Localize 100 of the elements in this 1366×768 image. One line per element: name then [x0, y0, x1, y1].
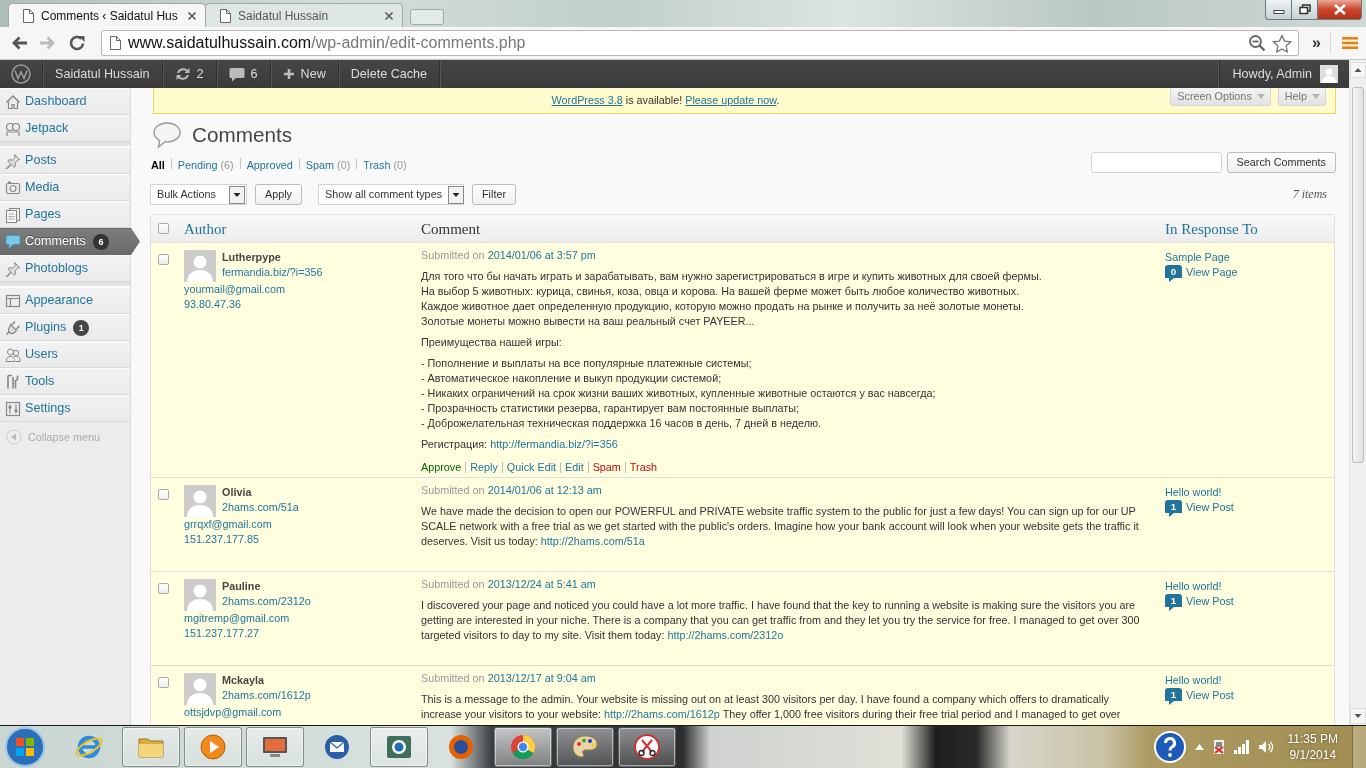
scrollbar-thumb[interactable] — [1352, 87, 1364, 463]
zoom-out-icon[interactable] — [1248, 34, 1267, 52]
row-checkbox[interactable] — [158, 583, 169, 594]
minimize-button[interactable] — [1265, 0, 1292, 20]
taskbar-button[interactable] — [494, 727, 552, 767]
filter-link[interactable]: Pending (6) — [177, 159, 234, 171]
envelope-icon[interactable] — [322, 732, 352, 762]
close-window-button[interactable] — [1318, 0, 1362, 20]
comment-count[interactable]: 1 — [1165, 594, 1182, 611]
star-icon[interactable] — [1272, 33, 1293, 53]
sidebar-menu-item[interactable]: Media — [0, 174, 130, 201]
author-ip-link[interactable]: 151.237.177.27 — [184, 627, 260, 639]
comment-date-link[interactable]: 2014/01/06 at 3:57 pm — [487, 249, 596, 261]
bulk-actions-select[interactable]: Bulk Actions — [150, 184, 247, 205]
taskbar-button[interactable] — [370, 727, 428, 767]
help-icon[interactable] — [1152, 730, 1187, 764]
logo-icon[interactable] — [11, 64, 31, 84]
sidebar-menu-item[interactable]: Photoblogs — [0, 255, 130, 282]
version-link[interactable]: WordPress 3.8 — [551, 94, 623, 106]
search-field[interactable] — [1090, 152, 1222, 173]
extensions-overflow-button[interactable]: » — [1310, 33, 1331, 53]
comment-count[interactable]: 0 — [1165, 265, 1182, 282]
close-icon[interactable] — [187, 10, 197, 21]
view-post-link[interactable]: View Page — [1186, 265, 1238, 280]
view-post-link[interactable]: View Post — [1186, 688, 1234, 703]
post-title-link[interactable]: Sample Page — [1165, 251, 1230, 263]
filter-link[interactable]: Spam (0) — [305, 159, 351, 171]
address-field[interactable]: www.saidatulhussain.com/wp-admin/edit-comments.php — [101, 30, 1300, 56]
comment-count[interactable]: 1 — [1165, 500, 1182, 517]
post-title-link[interactable]: Hello world! — [1165, 486, 1222, 498]
taskbar-button[interactable] — [246, 727, 304, 767]
author-ip-link[interactable]: 151.237.177.85 — [184, 533, 260, 545]
sidebar-menu-item[interactable]: Posts — [0, 147, 130, 174]
author-email-link[interactable]: grrqxf@gmail.com — [184, 518, 272, 530]
row-checkbox[interactable] — [158, 677, 169, 688]
comment-count[interactable]: 1 — [1165, 688, 1182, 705]
comment-link[interactable]: http://2hams.com/51a — [540, 535, 645, 547]
author-url-link[interactable]: 2hams.com/51a — [222, 501, 299, 513]
sidebar-menu-item[interactable]: Plugins 1 — [0, 314, 130, 341]
sidebar-menu-item[interactable]: Settings — [0, 395, 130, 422]
row-action-link[interactable]: Edit — [565, 460, 584, 475]
comment-date-link[interactable]: 2013/12/17 at 9:04 am — [487, 672, 596, 684]
show-hidden-icons-icon[interactable] — [1194, 744, 1204, 750]
comment-link[interactable]: http://fermandia.biz/?i=356 — [490, 438, 618, 450]
device-icon[interactable] — [1211, 739, 1226, 755]
sidebar-menu-item[interactable]: Jetpack — [0, 115, 130, 142]
clock-time[interactable]: 11:35 PM — [1287, 732, 1338, 746]
sidebar-menu-item[interactable]: Dashboard — [0, 88, 130, 115]
row-action-link[interactable]: Reply — [470, 460, 498, 475]
browser-tab[interactable]: Saidatul Hussain — [205, 3, 403, 27]
row-action-link[interactable]: Spam — [592, 460, 621, 475]
ring-globe-icon[interactable] — [446, 732, 476, 762]
scroll-down-icon[interactable] — [1350, 708, 1366, 724]
sidebar-menu-item[interactable]: Pages — [0, 201, 130, 228]
row-action-link[interactable]: Quick Edit — [506, 460, 557, 475]
author-email-link[interactable]: ottsjdvp@gmail.com — [184, 706, 282, 718]
row-checkbox[interactable] — [158, 254, 169, 265]
search-comments-button[interactable]: Search Comments — [1226, 152, 1336, 173]
author-url-link[interactable]: fermandia.biz/?i=356 — [222, 266, 323, 278]
clock-date[interactable]: 9/1/2014 — [1289, 748, 1337, 762]
comment-link[interactable]: http://2hams.com/1612p — [604, 708, 720, 720]
filter-link[interactable]: Trash (0) — [363, 159, 407, 171]
comment-date-link[interactable]: 2013/12/24 at 5:41 am — [487, 578, 596, 590]
view-post-link[interactable]: View Post — [1186, 500, 1234, 515]
help-tab[interactable]: Help — [1277, 88, 1326, 106]
speaker-icon[interactable] — [1257, 740, 1274, 754]
filter-link[interactable]: All — [151, 159, 165, 171]
column-header[interactable]: Author — [184, 220, 227, 237]
sidebar-menu-item[interactable]: Users — [0, 341, 130, 368]
author-email-link[interactable]: mgitremp@gmail.com — [184, 612, 290, 624]
taskbar-button[interactable] — [556, 727, 614, 767]
sidebar-menu-item[interactable]: Comments 6 — [0, 228, 140, 255]
filter-link[interactable]: Approved — [246, 159, 293, 171]
sidebar-menu-item[interactable]: Appearance — [0, 287, 130, 314]
apply-button[interactable]: Apply — [255, 184, 302, 205]
row-action-link[interactable]: Approve — [421, 460, 462, 475]
screen-options-tab[interactable]: Screen Options — [1170, 88, 1271, 106]
row-action-link[interactable]: Trash — [629, 460, 658, 475]
comment-date-link[interactable]: 2014/01/06 at 12:13 am — [487, 484, 602, 496]
reload-icon[interactable] — [68, 34, 86, 52]
author-url-link[interactable]: 2hams.com/1612p — [222, 689, 311, 701]
back-icon[interactable] — [10, 35, 28, 51]
sidebar-menu-item[interactable]: Tools — [0, 368, 130, 395]
post-title-link[interactable]: Hello world! — [1165, 580, 1222, 592]
restore-button[interactable] — [1292, 0, 1318, 20]
post-title-link[interactable]: Hello world! — [1165, 674, 1222, 686]
comment-type-select[interactable]: Show all comment types — [318, 184, 464, 205]
close-icon[interactable] — [384, 10, 394, 21]
taskbar-button[interactable] — [618, 727, 676, 767]
browser-tab[interactable]: Comments ‹ Saidatul Hus — [8, 3, 206, 27]
start-icon[interactable] — [4, 726, 46, 768]
scroll-up-icon[interactable] — [1350, 62, 1366, 78]
author-ip-link[interactable]: 93.80.47.36 — [184, 298, 242, 310]
signal-icon[interactable] — [1233, 740, 1250, 754]
menu-icon[interactable] — [1342, 36, 1358, 50]
filter-button[interactable]: Filter — [472, 184, 516, 205]
author-url-link[interactable]: 2hams.com/2312o — [222, 595, 311, 607]
select-all-checkbox[interactable] — [158, 223, 169, 234]
column-header[interactable]: In Response To — [1165, 220, 1258, 237]
comment-link[interactable]: http://2hams.com/2312o — [667, 629, 784, 641]
